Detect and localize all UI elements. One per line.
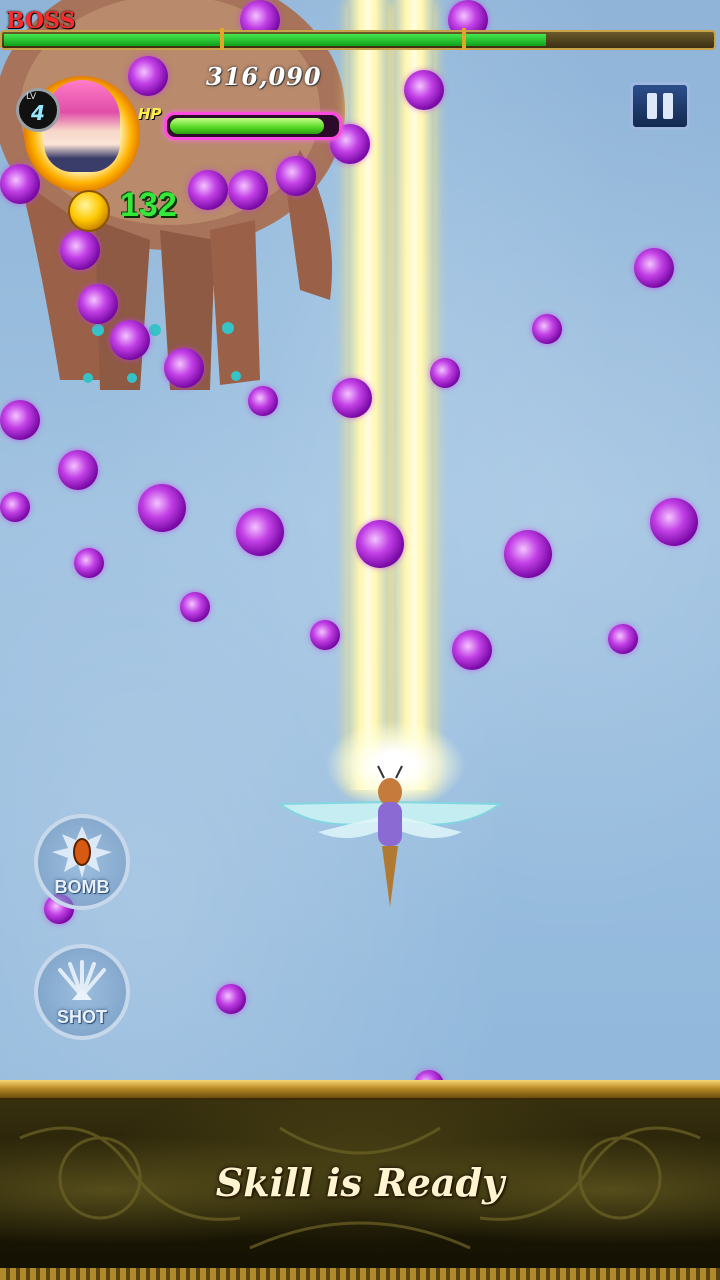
shot-button[interactable]: SHOT [34, 944, 130, 1040]
enemy-bullet [58, 450, 98, 490]
boss-health-track [0, 28, 716, 50]
level-badge: LV 4 [16, 88, 60, 132]
enemy-bullet [504, 530, 552, 578]
enemy-bullet [180, 592, 210, 622]
enemy-bullet [0, 164, 40, 204]
enemy-bullet [608, 624, 638, 654]
player-hp-bar: HP [128, 104, 342, 140]
boss-phase-marker [462, 28, 466, 50]
score-counter: 316,090 [206, 62, 322, 91]
boss-health-bar: BOSS [0, 0, 720, 52]
enemy-bullet [276, 156, 316, 196]
enemy-bullet [452, 630, 492, 670]
enemy-bullet [110, 320, 150, 360]
enemy-bullet [228, 170, 268, 210]
enemy-bullet [332, 378, 372, 418]
skill-ready-message: Skill is Ready [215, 1160, 505, 1205]
enemy-bullet [356, 520, 404, 568]
laser-beam-right [394, 0, 434, 790]
enemy-bullet [74, 548, 104, 578]
shot-icon [58, 960, 106, 1000]
bomb-button[interactable]: BOMB [34, 814, 130, 910]
enemy-bullet [164, 348, 204, 388]
character-portrait [44, 80, 120, 172]
gold-coin-icon [68, 190, 110, 232]
panel-bottom-rail [0, 1268, 720, 1280]
enemy-bullet [60, 230, 100, 270]
enemy-bullet [404, 70, 444, 110]
enemy-bullet [0, 492, 30, 522]
enemy-bullet [128, 56, 168, 96]
enemy-bullet [0, 400, 40, 440]
boss-label: BOSS [6, 8, 76, 34]
panel-top-rail [0, 1080, 720, 1100]
enemy-bullet [430, 358, 460, 388]
player-hp-track [164, 112, 342, 140]
enemy-bullet [138, 484, 186, 532]
enemy-bullet [78, 284, 118, 324]
pause-button[interactable] [630, 82, 690, 130]
hp-label: HP [138, 105, 162, 123]
bomb-label: BOMB [54, 877, 110, 897]
enemy-bullet [216, 984, 246, 1014]
enemy-bullet [532, 314, 562, 344]
player-hp-fill [170, 118, 324, 134]
enemy-bullet [236, 508, 284, 556]
enemy-bullet [188, 170, 228, 210]
player-ship [278, 765, 502, 907]
level-value: 4 [31, 101, 45, 125]
enemy-bullet [310, 620, 340, 650]
boss-phase-marker [220, 28, 224, 50]
enemy-bullet [650, 498, 698, 546]
enemy-bullet [248, 386, 278, 416]
shot-label: SHOT [56, 1007, 107, 1027]
bomb-icon [52, 826, 112, 878]
skill-panel[interactable]: Skill is Ready [0, 1080, 720, 1280]
enemy-bullet [634, 248, 674, 288]
gold-count: 132 [120, 186, 177, 224]
